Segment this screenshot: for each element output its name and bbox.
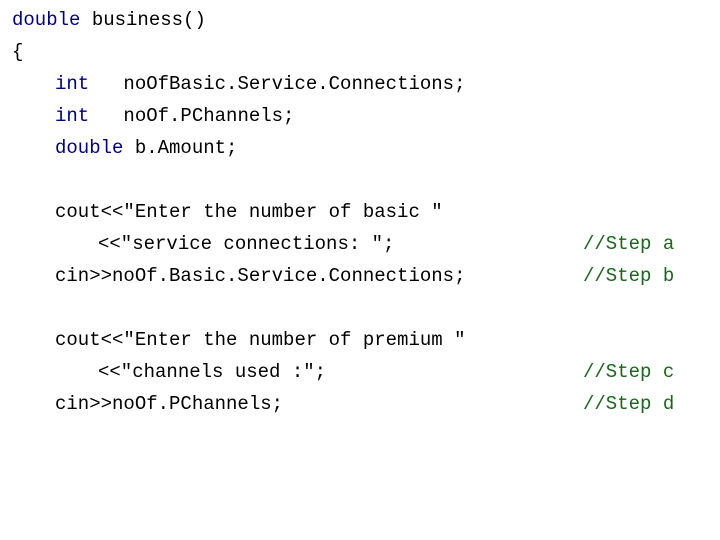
code-line-text: int noOfBasic.Service.Connections; xyxy=(55,68,465,100)
code-line: { xyxy=(0,36,720,68)
code-statement: cin>>noOf.Basic.Service.Connections; xyxy=(55,265,466,287)
code-line: <<"channels used :"; //Step c xyxy=(0,356,720,388)
code-statement: noOf.PChannels; xyxy=(89,105,295,127)
code-keyword: int xyxy=(55,73,90,95)
code-line-text: cin>>noOf.PChannels; xyxy=(55,388,283,420)
code-line-text: cout<<"Enter the number of premium " xyxy=(55,324,465,356)
code-line-text: cin>>noOf.Basic.Service.Connections; xyxy=(55,260,465,292)
code-line: double b.Amount; xyxy=(0,132,720,164)
code-comment: //Step c xyxy=(583,361,675,383)
code-slide: double business() { int noOfBasic.Service.… xyxy=(0,0,720,540)
code-statement: b.Amount; xyxy=(123,137,238,159)
code-statement: cout<<"Enter the number of basic " xyxy=(55,201,443,223)
code-statement: noOfBasic.Service.Connections; xyxy=(89,73,466,95)
code-line: <<"service connections: "; //Step a xyxy=(0,228,720,260)
code-statement: { xyxy=(12,41,24,63)
code-statement: business() xyxy=(80,9,206,31)
code-keyword: double xyxy=(55,137,124,159)
code-line-text: double business() xyxy=(12,4,206,36)
code-line-text: int noOf.PChannels; xyxy=(55,100,294,132)
code-line: cout<<"Enter the number of basic " xyxy=(0,196,720,228)
code-comment: //Step b xyxy=(583,265,675,287)
code-line: int noOfBasic.Service.Connections; xyxy=(0,68,720,100)
code-line-text: double b.Amount; xyxy=(55,132,237,164)
code-line-text: <<"channels used :"; xyxy=(98,356,326,388)
code-line: int noOf.PChannels; xyxy=(0,100,720,132)
code-statement: <<"service connections: "; xyxy=(98,233,395,255)
code-line: cin>>noOf.PChannels; //Step d xyxy=(0,388,720,420)
code-line-text: cout<<"Enter the number of basic " xyxy=(55,196,443,228)
code-line: cin>>noOf.Basic.Service.Connections; //St… xyxy=(0,260,720,292)
code-keyword: int xyxy=(55,105,90,127)
code-comment: //Step a xyxy=(583,233,675,255)
code-comment: //Step d xyxy=(583,393,675,415)
code-line-text: <<"service connections: "; xyxy=(98,228,394,260)
code-line: double business() xyxy=(0,4,720,36)
code-keyword: double xyxy=(12,9,81,31)
code-statement: <<"channels used :"; xyxy=(98,361,327,383)
code-line: cout<<"Enter the number of premium " xyxy=(0,324,720,356)
code-listing: double business() { int noOfBasic.Service.… xyxy=(0,0,720,540)
code-line-text: { xyxy=(12,36,23,68)
code-statement: cin>>noOf.PChannels; xyxy=(55,393,284,415)
code-statement: cout<<"Enter the number of premium " xyxy=(55,329,466,351)
